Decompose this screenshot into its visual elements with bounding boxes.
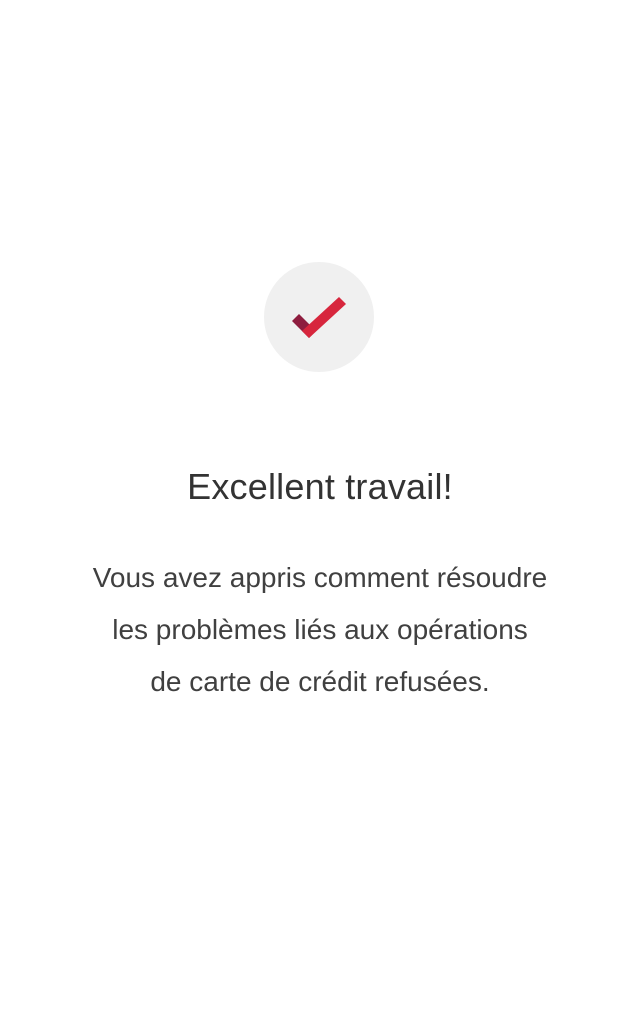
message-line: de carte de crédit refusées. <box>150 666 490 697</box>
success-badge <box>264 262 374 372</box>
page-title: Excellent travail! <box>187 466 453 507</box>
checkmark-icon <box>292 297 346 338</box>
message-line: Vous avez appris comment résoudre <box>92 562 548 593</box>
completion-screen: Excellent travail! Vous avez appris comm… <box>0 0 640 1012</box>
completion-message: Vous avez appris comment résoudre les pr… <box>40 552 600 708</box>
message-line: les problèmes liés aux opérations <box>112 614 528 645</box>
